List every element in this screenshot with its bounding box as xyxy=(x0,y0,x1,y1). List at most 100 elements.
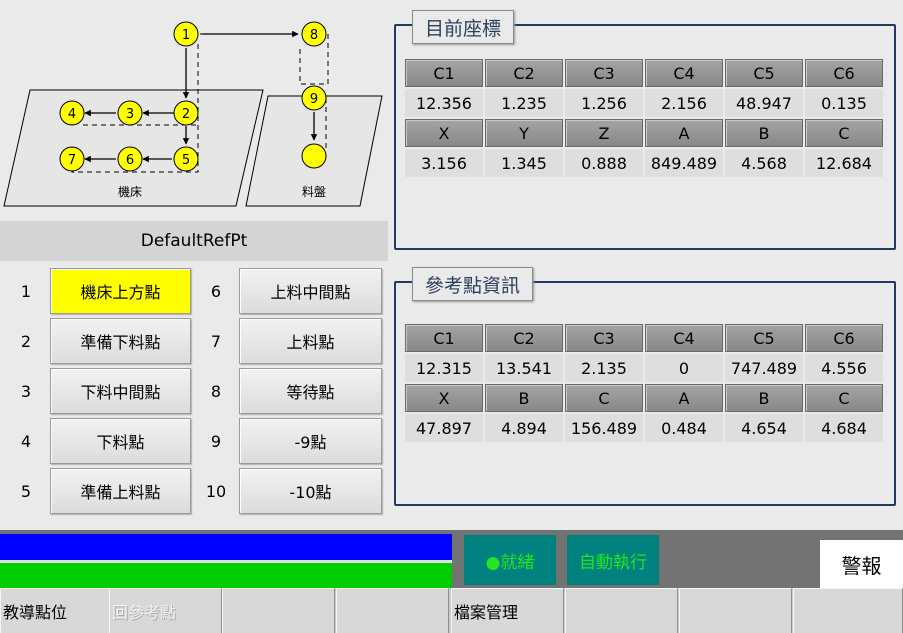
current-value-cell: 1.345 xyxy=(485,149,563,177)
reference-header-cell: C4 xyxy=(645,324,723,352)
point-number-9: 9 xyxy=(210,431,222,451)
point-button-10[interactable]: -10點 xyxy=(239,468,382,514)
toolbar-slot-8[interactable] xyxy=(793,588,903,633)
reference-header-cell: C xyxy=(805,384,883,412)
current-value-row: 3.156 1.345 0.888 849.489 4.568 12.684 xyxy=(405,149,883,177)
point-button-2[interactable]: 準備下料點 xyxy=(50,318,191,364)
current-value-cell: 48.947 xyxy=(725,89,803,117)
reference-value-cell: 4.556 xyxy=(805,354,883,382)
reference-value-cell: 4.894 xyxy=(485,414,563,442)
point-number-3: 3 xyxy=(20,381,32,401)
file-management-button[interactable]: 檔案管理 xyxy=(451,588,564,633)
reference-value-row: 12.315 13.541 2.135 0 747.489 4.556 xyxy=(405,354,883,382)
reference-value-cell: 747.489 xyxy=(725,354,803,382)
current-header-cell: C2 xyxy=(485,59,563,87)
current-header-cell: C5 xyxy=(725,59,803,87)
node-8: 8 xyxy=(301,21,327,47)
reference-value-cell: 156.489 xyxy=(565,414,643,442)
reference-info-table: C1 C2 C3 C4 C5 C6 12.315 13.541 2.135 0 … xyxy=(403,322,885,444)
svg-text:3: 3 xyxy=(126,107,134,122)
svg-text:6: 6 xyxy=(126,153,134,168)
return-reference-button[interactable]: 回參考點 xyxy=(109,588,222,633)
progress-bar-green xyxy=(0,563,452,588)
current-value-cell: 1.256 xyxy=(565,89,643,117)
toolbar-slot-3[interactable] xyxy=(222,588,335,633)
point-button-4[interactable]: 下料點 xyxy=(50,418,191,464)
current-header-cell: A xyxy=(645,119,723,147)
point-button-1[interactable]: 機床上方點 xyxy=(50,268,191,314)
current-value-cell: 1.235 xyxy=(485,89,563,117)
current-value-cell: 3.156 xyxy=(405,149,483,177)
svg-text:8: 8 xyxy=(310,28,318,43)
point-number-4: 4 xyxy=(20,431,32,451)
reference-header-cell: C6 xyxy=(805,324,883,352)
ready-status: ●就緒 xyxy=(464,535,556,585)
reference-value-cell: 2.135 xyxy=(565,354,643,382)
toolbar-slot-6[interactable] xyxy=(565,588,678,633)
point-button-7[interactable]: 上料點 xyxy=(239,318,382,364)
teach-points-button[interactable]: 教導點位 xyxy=(0,588,113,633)
point-number-8: 8 xyxy=(210,381,222,401)
reference-header-cell: C xyxy=(565,384,643,412)
current-header-row: X Y Z A B C xyxy=(405,119,883,147)
current-header-cell: Z xyxy=(565,119,643,147)
point-number-6: 6 xyxy=(210,281,222,301)
current-value-cell: 849.489 xyxy=(645,149,723,177)
point-button-3[interactable]: 下料中間點 xyxy=(50,368,191,414)
reference-header-row: C1 C2 C3 C4 C5 C6 xyxy=(405,324,883,352)
reference-header-row: X B C A B C xyxy=(405,384,883,412)
current-header-cell: Y xyxy=(485,119,563,147)
current-value-cell: 2.156 xyxy=(645,89,723,117)
point-button-8[interactable]: 等待點 xyxy=(239,368,382,414)
current-value-cell: 0.888 xyxy=(565,149,643,177)
reference-value-cell: 12.315 xyxy=(405,354,483,382)
point-button-9[interactable]: -9點 xyxy=(239,418,382,464)
svg-text:5: 5 xyxy=(182,153,190,168)
current-value-row: 12.356 1.235 1.256 2.156 48.947 0.135 xyxy=(405,89,883,117)
current-value-cell: 4.568 xyxy=(725,149,803,177)
svg-text:9: 9 xyxy=(310,92,318,107)
point-button-6[interactable]: 上料中間點 xyxy=(239,268,382,314)
reference-value-cell: 4.684 xyxy=(805,414,883,442)
auto-run-status: 自動執行 xyxy=(567,535,659,585)
point-number-5: 5 xyxy=(20,481,32,501)
current-value-cell: 12.356 xyxy=(405,89,483,117)
tray-label: 料盤 xyxy=(302,185,326,199)
reference-header-cell: C2 xyxy=(485,324,563,352)
point-number-2: 2 xyxy=(20,331,32,351)
reference-info-title: 參考點資訊 xyxy=(412,267,534,301)
progress-bar-blue xyxy=(0,534,452,560)
current-coords-title: 目前座標 xyxy=(412,10,515,44)
node-2: 2 xyxy=(173,100,199,126)
svg-text:4: 4 xyxy=(68,107,76,122)
machine-label: 機床 xyxy=(118,184,142,199)
toolbar-slot-7[interactable] xyxy=(679,588,792,633)
reference-header-cell: C5 xyxy=(725,324,803,352)
node-tray xyxy=(301,143,327,169)
reference-value-cell: 4.654 xyxy=(725,414,803,442)
reference-header-cell: X xyxy=(405,384,483,412)
current-header-cell: C xyxy=(805,119,883,147)
reference-header-cell: C3 xyxy=(565,324,643,352)
reference-value-cell: 47.897 xyxy=(405,414,483,442)
point-number-1: 1 xyxy=(20,281,32,301)
alarm-indicator[interactable]: 警報 xyxy=(820,540,903,588)
point-button-5[interactable]: 準備上料點 xyxy=(50,468,191,514)
reference-header-cell: B xyxy=(485,384,563,412)
svg-text:7: 7 xyxy=(68,153,76,168)
current-header-cell: C1 xyxy=(405,59,483,87)
node-9: 9 xyxy=(301,85,327,111)
current-header-cell: C3 xyxy=(565,59,643,87)
node-6: 6 xyxy=(117,146,143,172)
svg-text:1: 1 xyxy=(182,28,190,43)
current-header-cell: B xyxy=(725,119,803,147)
current-header-cell: C6 xyxy=(805,59,883,87)
node-3: 3 xyxy=(117,100,143,126)
current-header-row: C1 C2 C3 C4 C5 C6 xyxy=(405,59,883,87)
reference-value-cell: 13.541 xyxy=(485,354,563,382)
toolbar-slot-4[interactable] xyxy=(336,588,449,633)
node-1: 1 xyxy=(173,21,199,47)
node-7: 7 xyxy=(59,146,85,172)
current-header-cell: X xyxy=(405,119,483,147)
reference-value-row: 47.897 4.894 156.489 0.484 4.654 4.684 xyxy=(405,414,883,442)
